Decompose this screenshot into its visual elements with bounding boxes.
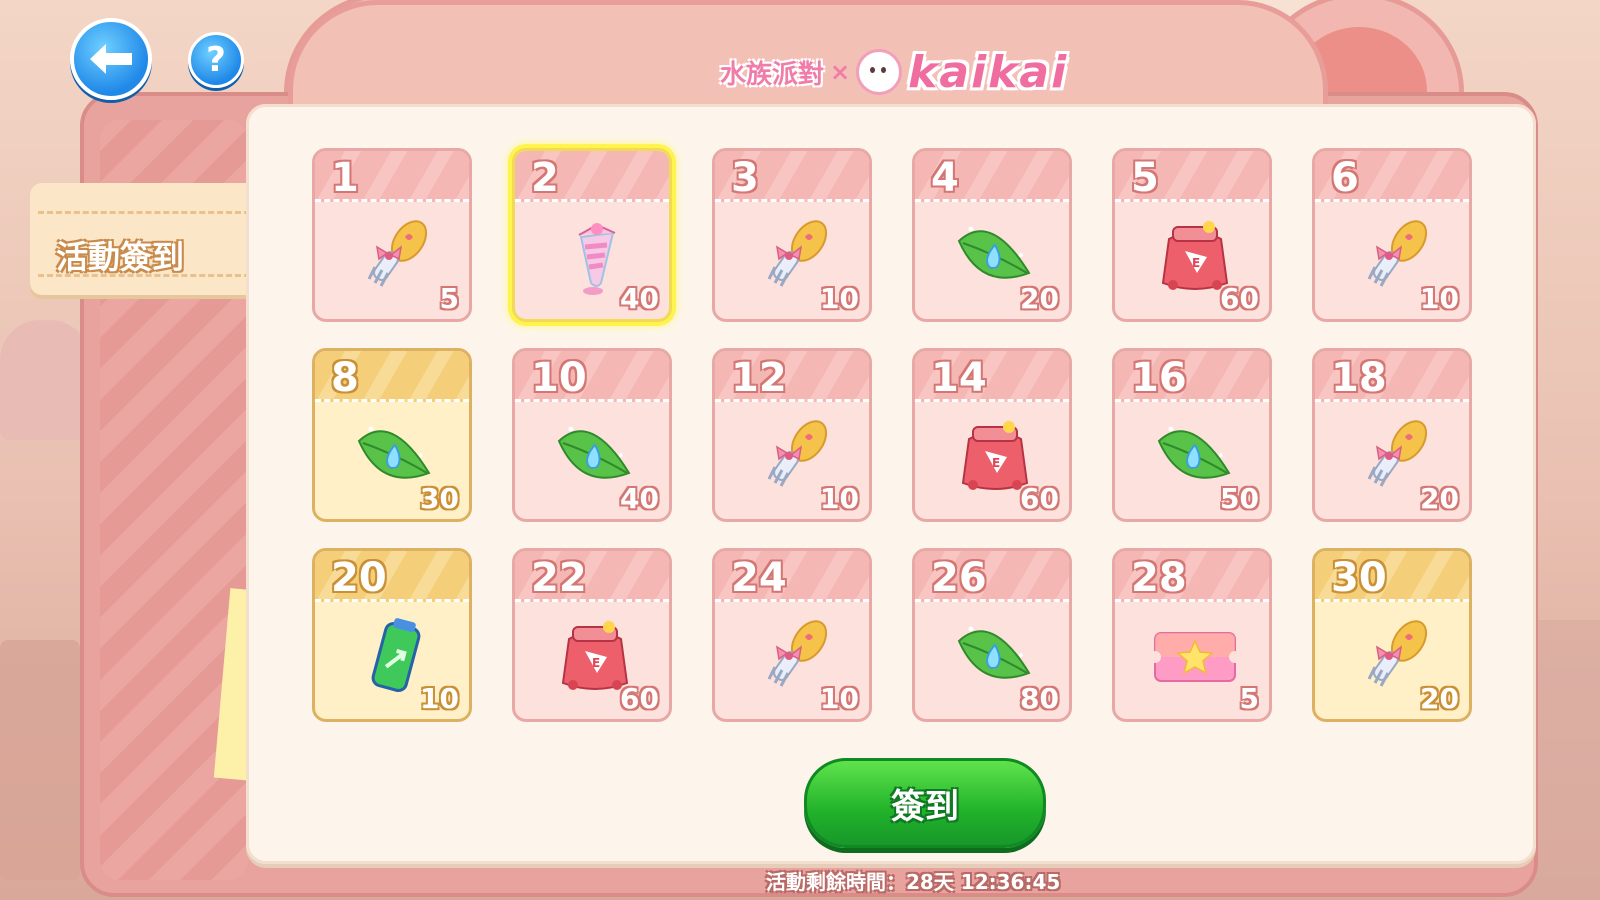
- day-number: 4: [931, 155, 959, 201]
- question-icon: ?: [206, 40, 226, 80]
- day-number: 10: [531, 355, 587, 401]
- background-lamp: [0, 320, 90, 440]
- reward-card-day-16[interactable]: 16 50: [1112, 348, 1272, 522]
- arrow-left-icon: [90, 44, 132, 74]
- day-number: 14: [931, 355, 987, 401]
- reward-card-day-22[interactable]: 22 E 60: [512, 548, 672, 722]
- reward-card-day-18[interactable]: 18 20: [1312, 348, 1472, 522]
- reward-card-day-3[interactable]: 3 10: [712, 148, 872, 322]
- reward-quantity: 60: [1020, 482, 1059, 515]
- svg-text:E: E: [592, 656, 600, 670]
- fork-hairpin-icon: [351, 211, 439, 299]
- reward-card-day-12[interactable]: 12 10: [712, 348, 872, 522]
- reward-card-day-10[interactable]: 10 40: [512, 348, 672, 522]
- reward-card-day-1[interactable]: 15: [312, 148, 472, 322]
- reward-quantity: 20: [1020, 282, 1059, 315]
- day-number: 26: [931, 555, 987, 601]
- reward-quantity: 10: [820, 682, 859, 715]
- reward-card-day-20[interactable]: 20 10: [312, 548, 472, 722]
- svg-text:E: E: [1192, 256, 1200, 270]
- day-number: 1: [331, 155, 359, 201]
- reward-card-day-26[interactable]: 26 80: [912, 548, 1072, 722]
- reward-quantity: 10: [820, 482, 859, 515]
- svg-text:E: E: [992, 456, 1000, 470]
- signin-button[interactable]: 簽到: [804, 758, 1046, 848]
- event-logo: 水族派對 × kaikai: [720, 44, 1068, 100]
- reward-quantity: 20: [1420, 682, 1459, 715]
- reward-quantity: 40: [620, 482, 659, 515]
- day-number: 3: [731, 155, 759, 201]
- logo-en-text: kaikai: [908, 46, 1069, 98]
- event-timer: 活動剩餘時間：28天 12:36:45: [766, 870, 1061, 894]
- reward-quantity: 20: [1420, 482, 1459, 515]
- reward-card-day-5[interactable]: 5 E 60: [1112, 148, 1272, 322]
- reward-quantity: 50: [1220, 482, 1259, 515]
- star-ticket-icon: [1149, 611, 1241, 699]
- reward-quantity: 10: [420, 682, 459, 715]
- reward-quantity: 40: [620, 282, 659, 315]
- reward-quantity: 60: [1220, 282, 1259, 315]
- day-number: 22: [531, 555, 587, 601]
- day-number: 6: [1331, 155, 1359, 201]
- day-number: 18: [1331, 355, 1387, 401]
- signin-button-label: 簽到: [891, 786, 959, 827]
- reward-card-day-6[interactable]: 6 10: [1312, 148, 1472, 322]
- tab-event-signin-label: 活動簽到: [56, 238, 185, 276]
- day-number: 8: [331, 355, 359, 401]
- day-number: 28: [1131, 555, 1187, 601]
- background-table: [0, 640, 80, 880]
- reward-card-day-30[interactable]: 30 20: [1312, 548, 1472, 722]
- logo-cn-text: 水族派對: [720, 59, 825, 90]
- day-number: 24: [731, 555, 787, 601]
- day-number: 20: [331, 555, 387, 601]
- reward-quantity: 5: [439, 282, 459, 315]
- reward-quantity: 60: [620, 682, 659, 715]
- reward-card-day-2[interactable]: 2 40: [512, 148, 672, 322]
- reward-card-day-8[interactable]: 8 30: [312, 348, 472, 522]
- reward-card-day-14[interactable]: 14 E 60: [912, 348, 1072, 522]
- kaikai-face-icon: [856, 49, 903, 95]
- reward-quantity: 10: [820, 282, 859, 315]
- logo-cross: ×: [830, 58, 851, 86]
- reward-quantity: 30: [420, 482, 459, 515]
- day-number: 30: [1331, 555, 1387, 601]
- reward-quantity: 80: [1020, 682, 1059, 715]
- reward-quantity: 10: [1420, 282, 1459, 315]
- day-number: 12: [731, 355, 787, 401]
- reward-card-day-28[interactable]: 28 5: [1112, 548, 1272, 722]
- reward-card-day-24[interactable]: 24 10: [712, 548, 872, 722]
- reward-quantity: 5: [1239, 682, 1259, 715]
- day-number: 16: [1131, 355, 1187, 401]
- reward-card-day-4[interactable]: 4 20: [912, 148, 1072, 322]
- day-number: 5: [1131, 155, 1159, 201]
- day-number: 2: [531, 155, 559, 201]
- help-button[interactable]: ?: [188, 32, 244, 88]
- back-button[interactable]: [70, 18, 152, 100]
